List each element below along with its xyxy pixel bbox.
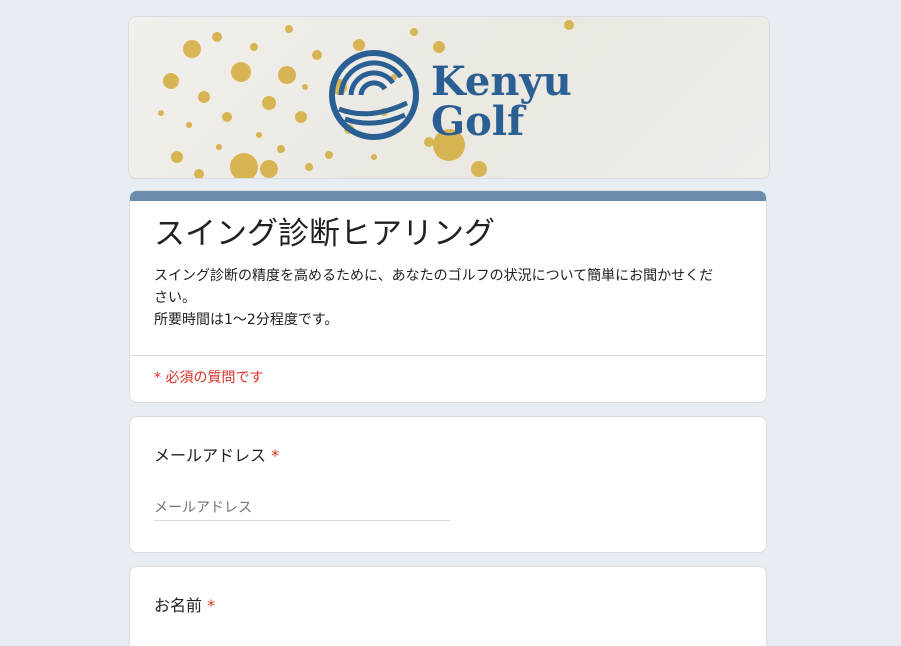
description-line: さい。 [154, 290, 196, 306]
wave-logo-icon [329, 50, 419, 140]
gold-splash-decoration: Kenyu Golf [158, 20, 574, 178]
required-asterisk: * [207, 596, 216, 615]
question-card-name: お名前 * [129, 566, 767, 646]
divider [130, 355, 766, 356]
question-label-text: お名前 [154, 596, 203, 615]
question-card-email: メールアドレス * [129, 416, 767, 553]
required-note: * 必須の質問です [154, 370, 264, 386]
form-title-card: スイング診断ヒアリング スイング診断の精度を高めるために、あなたのゴルフの状況に… [129, 190, 767, 403]
form-description: スイング診断の精度を高めるために、あなたのゴルフの状況について簡単にお聞かせくだ… [154, 265, 746, 331]
question-label: お名前 * [154, 592, 215, 616]
description-line: スイング診断の精度を高めるために、あなたのゴルフの状況について簡単にお聞かせくだ [154, 268, 714, 284]
question-label-text: メールアドレス [154, 446, 267, 465]
form-title: スイング診断ヒアリング [154, 216, 495, 252]
required-asterisk: * [271, 446, 280, 465]
question-label: メールアドレス * [154, 442, 279, 466]
header-banner: Kenyu Golf [128, 16, 770, 179]
description-line: 所要時間は1〜2分程度です。 [154, 312, 339, 328]
theme-color-bar [130, 191, 766, 201]
email-input[interactable] [154, 495, 450, 521]
logo-text-golf: Golf [431, 98, 527, 145]
form-page: Kenyu Golf スイング診断ヒアリング スイング診断の精度を高めるために、… [0, 0, 901, 646]
